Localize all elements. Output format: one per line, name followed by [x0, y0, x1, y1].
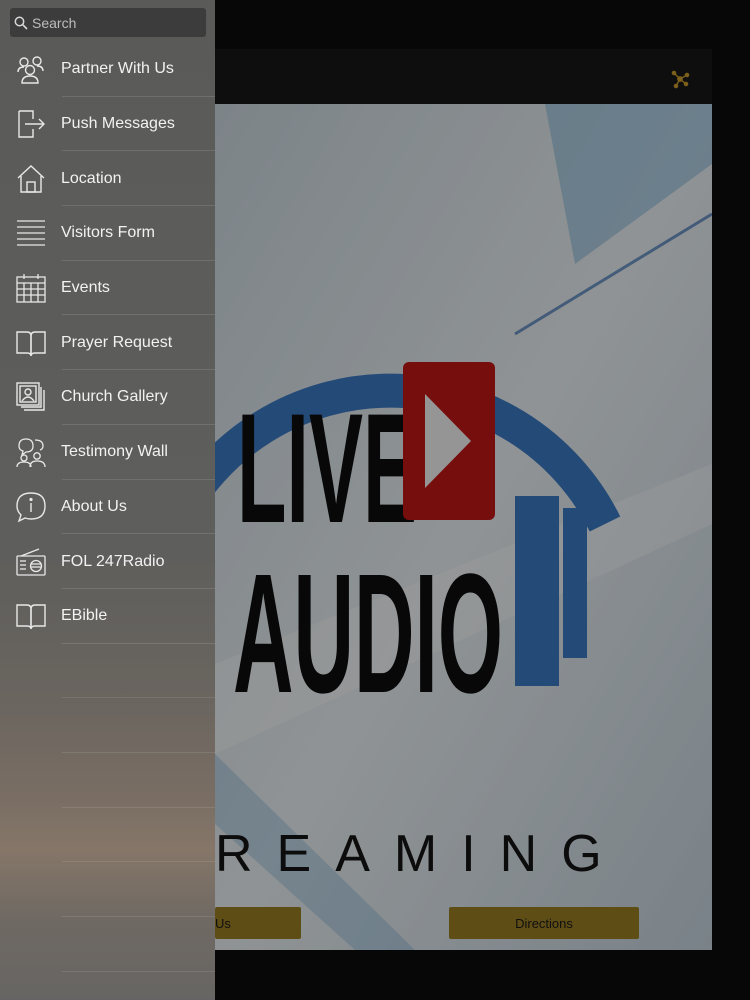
share-nodes-icon[interactable] [670, 69, 690, 89]
search-bar[interactable] [10, 8, 206, 37]
background-app: LIVE AUDIO REAMING Us Directions [215, 49, 712, 950]
people-chat-icon [14, 435, 48, 469]
menu-item-label: EBible [61, 607, 108, 625]
menu-item-church-gallery[interactable]: Church Gallery [0, 370, 215, 425]
directions-button[interactable]: Directions [449, 907, 639, 939]
menu-item-label: Church Gallery [61, 388, 168, 406]
empty-row [0, 862, 215, 917]
calendar-icon [14, 271, 48, 305]
people-group-icon [14, 52, 48, 86]
menu-item-label: Prayer Request [61, 333, 173, 351]
search-icon [14, 16, 28, 30]
lines-list-icon [14, 216, 48, 250]
book-icon [14, 326, 48, 360]
menu-item-about-us[interactable]: About Us [0, 480, 215, 535]
empty-row [0, 698, 215, 753]
hero-line2: AUDIO [233, 539, 503, 729]
menu-item-ebible[interactable]: EBible [0, 589, 215, 644]
empty-row [0, 644, 215, 699]
side-drawer: Partner With Us Push Messages Location [0, 0, 215, 1000]
menu-item-label: Visitors Form [61, 224, 155, 242]
hero-line1: LIVE [237, 382, 417, 556]
radio-icon [14, 545, 48, 579]
empty-row [0, 808, 215, 863]
menu-item-visitors-form[interactable]: Visitors Form [0, 206, 215, 261]
sign-in-icon [14, 107, 48, 141]
menu-item-fol-247radio[interactable]: FOL 247Radio [0, 534, 215, 589]
hero-banner: LIVE AUDIO REAMING [215, 104, 712, 950]
empty-row [0, 917, 215, 972]
drawer-menu: Partner With Us Push Messages Location V… [0, 42, 215, 972]
menu-item-label: About Us [61, 497, 127, 515]
menu-item-label: Testimony Wall [61, 443, 168, 461]
menu-item-label: Partner With Us [61, 60, 174, 78]
menu-item-label: Events [61, 279, 110, 297]
menu-item-label: FOL 247Radio [61, 552, 165, 570]
empty-row [0, 753, 215, 808]
menu-item-prayer-request[interactable]: Prayer Request [0, 315, 215, 370]
contact-us-button[interactable]: Us [215, 907, 301, 939]
menu-item-push-messages[interactable]: Push Messages [0, 97, 215, 152]
search-input[interactable] [32, 14, 202, 31]
hero-streaming-text: REAMING [215, 825, 626, 883]
app-topbar [215, 49, 712, 104]
menu-item-label: Location [61, 169, 122, 187]
menu-item-label: Push Messages [61, 115, 175, 133]
book-icon [14, 599, 48, 633]
menu-item-events[interactable]: Events [0, 261, 215, 316]
home-icon [14, 162, 48, 196]
menu-item-location[interactable]: Location [0, 151, 215, 206]
menu-item-testimony-wall[interactable]: Testimony Wall [0, 425, 215, 480]
menu-item-partner-with-us[interactable]: Partner With Us [0, 42, 215, 97]
info-bubble-icon [14, 490, 48, 524]
photo-album-icon [14, 380, 48, 414]
